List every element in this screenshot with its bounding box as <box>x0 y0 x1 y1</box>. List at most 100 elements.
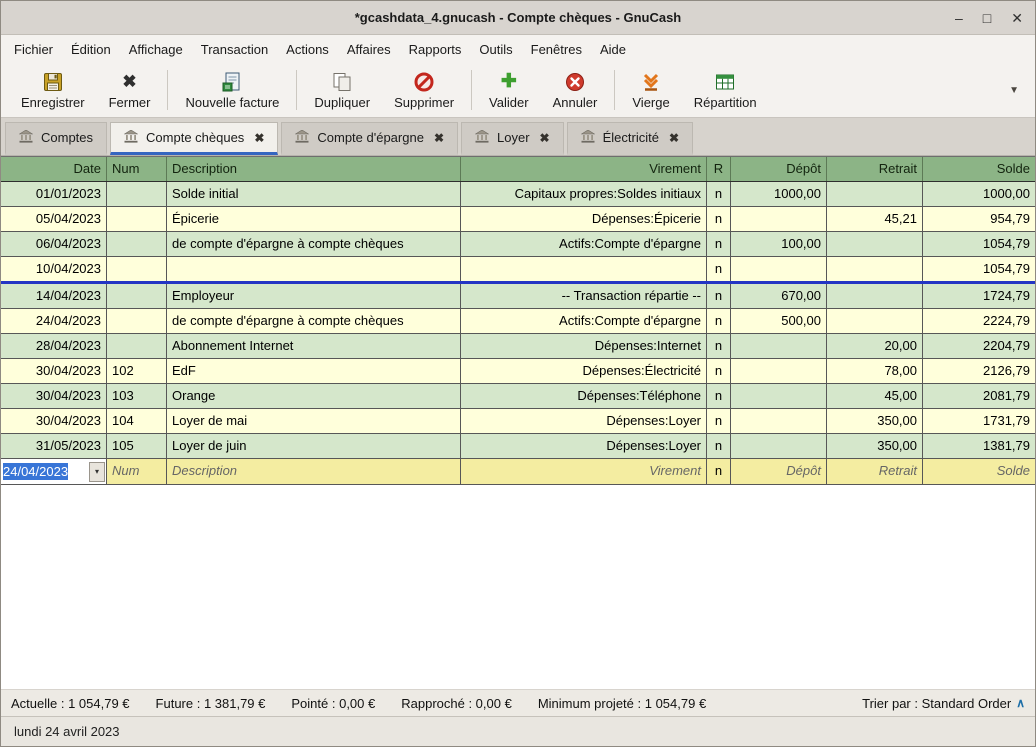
cell-balance[interactable]: 1731,79 <box>923 409 1035 433</box>
cell-num[interactable] <box>107 309 167 333</box>
register-row[interactable]: 30/04/2023104Loyer de maiDépenses:Loyern… <box>1 409 1035 434</box>
cell-withdrawal[interactable] <box>827 232 923 256</box>
edit-cell-description[interactable]: Description <box>167 459 461 484</box>
sort-control[interactable]: Trier par : Standard Order ∧ <box>862 696 1025 711</box>
cell-date[interactable]: 10/04/2023 <box>1 257 107 281</box>
register-row[interactable]: 06/04/2023de compte d'épargne à compte c… <box>1 232 1035 257</box>
menu-item-edition[interactable]: Édition <box>62 37 120 62</box>
cell-withdrawal[interactable] <box>827 309 923 333</box>
blank-transaction-button[interactable]: Vierge <box>620 68 681 112</box>
cell-description[interactable]: Solde initial <box>167 182 461 206</box>
tab-electricite[interactable]: Électricité ✖ <box>567 122 693 155</box>
cell-r[interactable]: n <box>707 359 731 383</box>
tab-close-icon[interactable]: ✖ <box>434 131 444 145</box>
cell-date[interactable]: 06/04/2023 <box>1 232 107 256</box>
register-row[interactable]: 30/04/2023103OrangeDépenses:Téléphonen45… <box>1 384 1035 409</box>
tab-compte-cheques[interactable]: Compte chèques ✖ <box>110 122 278 155</box>
cell-date[interactable]: 30/04/2023 <box>1 409 107 433</box>
cell-r[interactable]: n <box>707 207 731 231</box>
cell-deposit[interactable]: 670,00 <box>731 284 827 308</box>
column-header-virement[interactable]: Virement <box>461 157 707 181</box>
menu-item-rapports[interactable]: Rapports <box>400 37 471 62</box>
new-invoice-button[interactable]: Nouvelle facture <box>173 68 291 112</box>
tab-compte-epargne[interactable]: Compte d'épargne ✖ <box>281 122 458 155</box>
cell-balance[interactable]: 2204,79 <box>923 334 1035 358</box>
cell-date[interactable]: 30/04/2023 <box>1 384 107 408</box>
cell-num[interactable] <box>107 182 167 206</box>
column-header-depot[interactable]: Dépôt <box>731 157 827 181</box>
maximize-button[interactable]: □ <box>983 11 991 25</box>
cell-deposit[interactable] <box>731 334 827 358</box>
cell-date[interactable]: 30/04/2023 <box>1 359 107 383</box>
cell-r[interactable]: n <box>707 409 731 433</box>
cell-date[interactable]: 05/04/2023 <box>1 207 107 231</box>
menu-item-aide[interactable]: Aide <box>591 37 635 62</box>
cell-deposit[interactable]: 1000,00 <box>731 182 827 206</box>
cell-date[interactable]: 01/01/2023 <box>1 182 107 206</box>
menu-item-transaction[interactable]: Transaction <box>192 37 277 62</box>
cell-transfer[interactable]: Dépenses:Épicerie <box>461 207 707 231</box>
cell-deposit[interactable]: 500,00 <box>731 309 827 333</box>
cell-date[interactable]: 14/04/2023 <box>1 284 107 308</box>
enter-button[interactable]: ✚ Valider <box>477 68 541 112</box>
cell-r[interactable]: n <box>707 434 731 458</box>
cell-balance[interactable]: 1054,79 <box>923 257 1035 281</box>
column-header-description[interactable]: Description <box>167 157 461 181</box>
cell-description[interactable] <box>167 257 461 281</box>
duplicate-button[interactable]: Dupliquer <box>302 68 382 112</box>
column-header-date[interactable]: Date <box>1 157 107 181</box>
tab-loyer[interactable]: Loyer ✖ <box>461 122 564 155</box>
column-header-num[interactable]: Num <box>107 157 167 181</box>
cell-date[interactable]: 28/04/2023 <box>1 334 107 358</box>
cell-withdrawal[interactable] <box>827 257 923 281</box>
minimize-button[interactable]: – <box>955 11 963 25</box>
cell-deposit[interactable] <box>731 257 827 281</box>
register-row[interactable]: 31/05/2023105Loyer de juinDépenses:Loyer… <box>1 434 1035 459</box>
register-row[interactable]: 01/01/2023Solde initialCapitaux propres:… <box>1 182 1035 207</box>
cell-r[interactable]: n <box>707 334 731 358</box>
edit-cell-virement[interactable]: Virement <box>461 459 707 484</box>
cell-transfer[interactable]: Dépenses:Électricité <box>461 359 707 383</box>
cell-deposit[interactable] <box>731 207 827 231</box>
tab-comptes[interactable]: Comptes <box>5 122 107 155</box>
cell-r[interactable]: n <box>707 232 731 256</box>
cell-balance[interactable]: 1000,00 <box>923 182 1035 206</box>
menu-item-affaires[interactable]: Affaires <box>338 37 400 62</box>
cell-r[interactable]: n <box>707 384 731 408</box>
cell-date[interactable]: 24/04/2023 <box>1 309 107 333</box>
cell-description[interactable]: Loyer de juin <box>167 434 461 458</box>
cell-balance[interactable]: 954,79 <box>923 207 1035 231</box>
edit-cell-retrait[interactable]: Retrait <box>827 459 923 484</box>
cell-balance[interactable]: 1054,79 <box>923 232 1035 256</box>
cell-deposit[interactable] <box>731 384 827 408</box>
cell-deposit[interactable] <box>731 409 827 433</box>
save-button[interactable]: Enregistrer <box>9 68 97 112</box>
cell-num[interactable]: 102 <box>107 359 167 383</box>
cell-description[interactable]: de compte d'épargne à compte chèques <box>167 309 461 333</box>
toolbar-overflow-button[interactable]: ▼ <box>1001 85 1027 96</box>
delete-button[interactable]: Supprimer <box>382 68 466 112</box>
cell-deposit[interactable] <box>731 434 827 458</box>
menu-item-actions[interactable]: Actions <box>277 37 338 62</box>
cell-description[interactable]: Épicerie <box>167 207 461 231</box>
close-button[interactable]: ✕ <box>1011 11 1023 25</box>
cell-deposit[interactable] <box>731 359 827 383</box>
cell-withdrawal[interactable]: 45,21 <box>827 207 923 231</box>
menu-item-affichage[interactable]: Affichage <box>120 37 192 62</box>
cell-withdrawal[interactable]: 350,00 <box>827 434 923 458</box>
cell-num[interactable] <box>107 334 167 358</box>
cell-transfer[interactable]: Dépenses:Loyer <box>461 409 707 433</box>
cell-balance[interactable]: 2081,79 <box>923 384 1035 408</box>
cell-withdrawal[interactable]: 350,00 <box>827 409 923 433</box>
edit-cell-num[interactable]: Num <box>107 459 167 484</box>
cell-r[interactable]: n <box>707 284 731 308</box>
register-row[interactable]: 05/04/2023 ÉpicerieDépenses:Épicerien 45,2… <box>1 207 1035 232</box>
edit-cell-depot[interactable]: Dépôt <box>731 459 827 484</box>
cell-num[interactable] <box>107 207 167 231</box>
register-row[interactable]: 28/04/2023Abonnement InternetDépenses:In… <box>1 334 1035 359</box>
cell-transfer[interactable]: Actifs:Compte d'épargne <box>461 232 707 256</box>
cell-description[interactable]: Abonnement Internet <box>167 334 461 358</box>
close-tab-button[interactable]: ✖ Fermer <box>97 68 163 112</box>
date-editor[interactable]: 24/04/2023 ▾ <box>1 459 107 484</box>
register-row[interactable]: 30/04/2023102EdFDépenses:Électricitén78,… <box>1 359 1035 384</box>
